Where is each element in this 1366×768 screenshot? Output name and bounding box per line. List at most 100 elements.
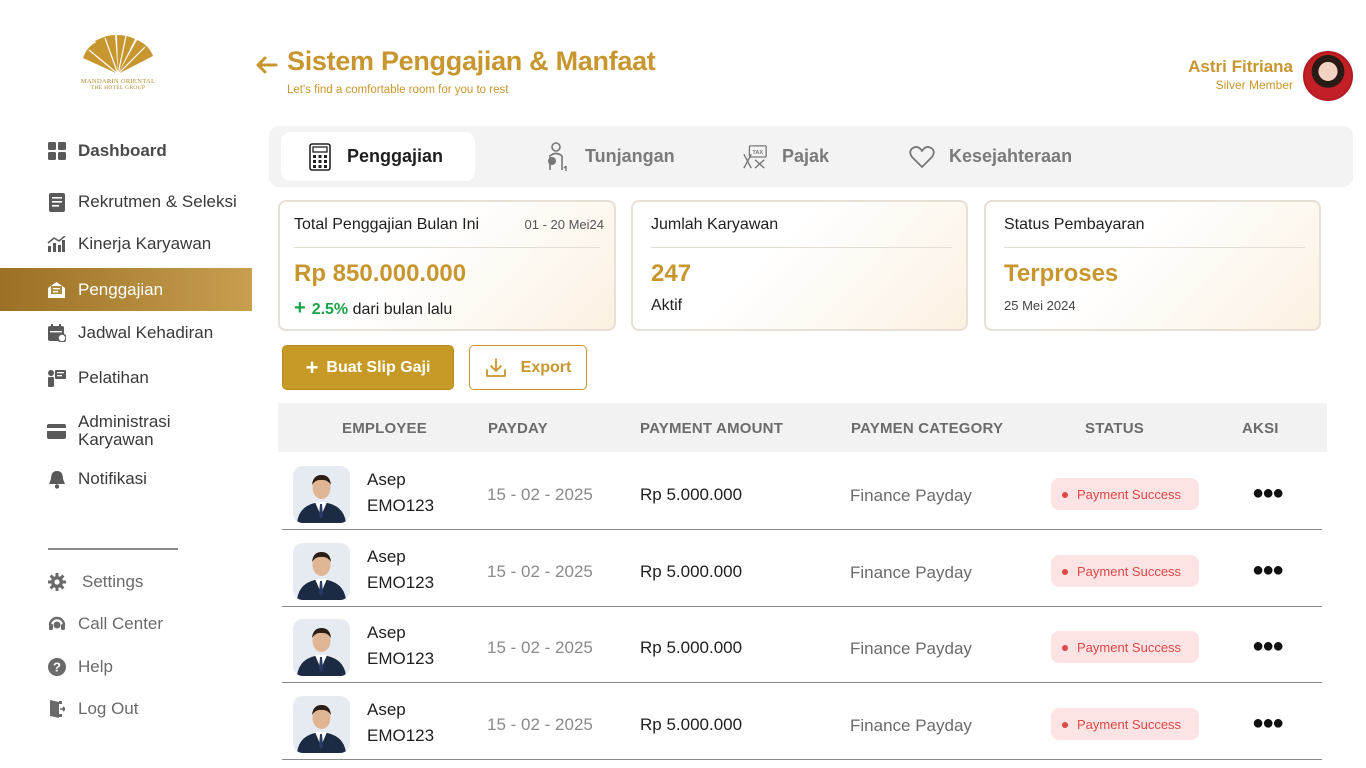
more-actions-icon[interactable]: ●●● xyxy=(1252,482,1284,505)
sidebar-item-logout[interactable]: Log Out xyxy=(0,697,252,721)
headset-icon xyxy=(47,615,66,634)
sidebar-item-jadwal[interactable]: Jadwal Kehadiran xyxy=(0,321,252,345)
allowance-icon xyxy=(545,141,571,171)
sidebar-item-label: Jadwal Kehadiran xyxy=(78,323,214,342)
sidebar-item-call-center[interactable]: Call Center xyxy=(0,612,252,636)
sidebar-item-label: Help xyxy=(78,657,113,676)
card-label: Status Pembayaran xyxy=(1004,216,1145,233)
brand-logo: MANDARIN ORIENTAL THE HOTEL GROUP xyxy=(78,34,158,98)
more-actions-icon[interactable]: ●●● xyxy=(1252,559,1284,582)
user-role: Silver Member xyxy=(1215,78,1293,92)
export-button[interactable]: Export xyxy=(469,345,587,390)
create-payslip-button[interactable]: + Buat Slip Gaji xyxy=(282,345,454,390)
sidebar-item-label: Settings xyxy=(82,572,144,591)
column-header-status: STATUS xyxy=(1085,420,1144,437)
payment-amount: Rp 5.000.000 xyxy=(640,562,743,581)
more-actions-icon[interactable]: ●●● xyxy=(1252,635,1284,658)
svg-text:TAX: TAX xyxy=(752,150,763,156)
status-badge: Payment Success xyxy=(1051,708,1199,740)
card-total-payroll: Total Penggajian Bulan Ini 01 - 20 Mei24… xyxy=(278,200,616,331)
change-percent: 2.5% xyxy=(311,301,349,318)
gear-icon xyxy=(47,573,66,592)
sidebar-item-dashboard[interactable]: Dashboard xyxy=(0,139,252,163)
employee-name: Asep xyxy=(367,623,406,642)
export-label: Export xyxy=(520,358,572,376)
sidebar-item-kinerja[interactable]: Kinerja Karyawan xyxy=(0,232,252,256)
payday: 15 - 02 - 2025 xyxy=(487,485,593,504)
table-row[interactable]: Asep EMO123 15 - 02 - 2025 Rp 5.000.000 … xyxy=(282,684,1322,760)
user-name: Astri Fitriana xyxy=(1188,57,1293,76)
chart-icon xyxy=(47,235,66,254)
card-value: Terproses xyxy=(1004,260,1119,287)
card-foot: 25 Mei 2024 xyxy=(1004,298,1076,313)
tab-label: Pajak xyxy=(782,146,830,166)
sidebar-item-label: Pelatihan xyxy=(78,368,149,387)
sidebar-item-administrasi[interactable]: Administrasi Karyawan xyxy=(0,412,252,450)
page-subtitle: Let's find a comfortable room for you to… xyxy=(287,84,509,96)
payday: 15 - 02 - 2025 xyxy=(487,715,593,734)
sidebar-item-label: Log Out xyxy=(78,699,139,718)
sidebar-item-notifikasi[interactable]: Notifikasi xyxy=(0,467,252,491)
card-date-range: 01 - 20 Mei24 xyxy=(524,217,605,232)
heart-icon xyxy=(909,144,935,170)
table-row[interactable]: Asep EMO123 15 - 02 - 2025 Rp 5.000.000 … xyxy=(282,531,1322,607)
sidebar-item-penggajian[interactable]: Penggajian xyxy=(0,268,252,311)
table-row[interactable]: Asep EMO123 15 - 02 - 2025 Rp 5.000.000 … xyxy=(282,607,1322,683)
employee-id: EMO123 xyxy=(367,726,435,745)
sidebar-divider xyxy=(48,548,178,550)
card-label: Jumlah Karyawan xyxy=(651,216,779,233)
tab-label: Kesejahteraan xyxy=(949,146,1073,166)
sidebar-item-label: Dashboard xyxy=(78,141,167,160)
employee-photo xyxy=(293,619,350,676)
sidebar-item-label: Rekrutmen & Seleksi xyxy=(78,192,237,211)
status-badge: Payment Success xyxy=(1051,631,1199,663)
card-payment-status: Status Pembayaran Terproses 25 Mei 2024 xyxy=(984,200,1321,331)
sidebar-item-pelatihan[interactable]: Pelatihan xyxy=(0,366,252,390)
column-header-category: PAYMEN CATEGORY xyxy=(851,420,1004,437)
tab-penggajian[interactable]: Penggajian xyxy=(281,132,476,181)
svg-text:?: ? xyxy=(53,660,61,675)
fan-logo-icon xyxy=(83,35,153,75)
sidebar-item-label: Call Center xyxy=(78,614,164,633)
plus-icon: + xyxy=(305,354,319,380)
tab-label: Penggajian xyxy=(347,146,444,166)
sidebar-item-rekrutmen[interactable]: Rekrutmen & Seleksi xyxy=(0,190,252,214)
calendar-icon xyxy=(47,324,66,343)
back-arrow-icon[interactable] xyxy=(254,52,280,78)
brand-name: MANDARIN ORIENTAL xyxy=(80,78,156,85)
tab-pajak[interactable]: TAX Pajak xyxy=(742,132,829,181)
tab-bar: Penggajian Tunjangan TAX Pajak Kesejahte… xyxy=(269,126,1353,187)
table-row[interactable]: Asep EMO123 15 - 02 - 2025 Rp 5.000.000 … xyxy=(282,454,1322,530)
page-title: Sistem Penggajian & Manfaat xyxy=(287,46,656,76)
payment-amount: Rp 5.000.000 xyxy=(640,485,743,504)
avatar[interactable] xyxy=(1303,51,1353,101)
employee-id: EMO123 xyxy=(367,573,435,592)
employee-id: EMO123 xyxy=(367,649,435,668)
payment-category: Finance Payday xyxy=(850,716,972,735)
payment-amount: Rp 5.000.000 xyxy=(640,638,743,657)
more-actions-icon[interactable]: ●●● xyxy=(1252,712,1284,735)
column-header-amount: PAYMENT AMOUNT xyxy=(640,420,784,437)
tab-kesejahteraan[interactable]: Kesejahteraan xyxy=(909,132,1072,181)
plus-icon: + xyxy=(294,297,306,319)
column-header-action: AKSI xyxy=(1242,420,1279,437)
create-payslip-label: Buat Slip Gaji xyxy=(326,358,431,376)
payment-category: Finance Payday xyxy=(850,563,972,582)
payment-amount: Rp 5.000.000 xyxy=(640,715,743,734)
sidebar-item-settings[interactable]: Settings xyxy=(0,570,252,594)
column-header-payday: PAYDAY xyxy=(488,420,548,437)
bell-icon xyxy=(47,470,66,489)
card-icon xyxy=(47,422,66,441)
card-divider xyxy=(1004,247,1305,248)
employee-name: Asep xyxy=(367,470,406,489)
sidebar-item-label: Notifikasi xyxy=(78,469,147,488)
tab-tunjangan[interactable]: Tunjangan xyxy=(545,132,675,181)
card-divider xyxy=(651,247,952,248)
payday: 15 - 02 - 2025 xyxy=(487,562,593,581)
card-divider xyxy=(294,247,600,248)
help-icon: ? xyxy=(47,658,66,677)
payment-category: Finance Payday xyxy=(850,486,972,505)
card-employee-count: Jumlah Karyawan 247 Aktif xyxy=(631,200,968,331)
sidebar-item-help[interactable]: ? Help xyxy=(0,655,252,679)
sidebar-item-label: Administrasi Karyawan xyxy=(78,412,171,449)
